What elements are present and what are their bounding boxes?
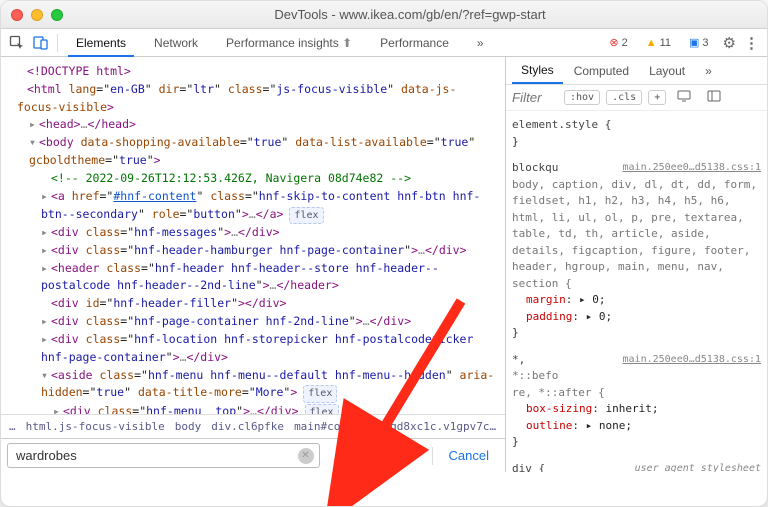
dom-tree[interactable]: <!DOCTYPE html><html lang="en-GB" dir="l… — [1, 57, 505, 414]
new-style-rule[interactable]: + — [648, 90, 666, 105]
dom-node[interactable]: <div id="hnf-header-filler"></div> — [9, 295, 497, 313]
device-toggle-icon[interactable] — [33, 35, 49, 51]
toggle-sidebar-icon[interactable] — [702, 89, 726, 106]
search-input[interactable] — [7, 443, 320, 468]
dom-node[interactable]: <html lang="en-GB" dir="ltr" class="js-f… — [9, 81, 497, 117]
tab-elements[interactable]: Elements — [66, 30, 136, 56]
styles-tabs-overflow[interactable]: » — [696, 59, 721, 83]
errors-badge[interactable]: ⊗2 — [603, 34, 633, 51]
dom-node[interactable]: <!-- 2022-09-26T12:12:53.426Z, Navigera … — [9, 170, 497, 188]
device-classes-icon[interactable] — [672, 89, 696, 106]
window-title: DevTools - www.ikea.com/gb/en/?ref=gwp-s… — [63, 7, 757, 22]
breadcrumb-item[interactable]: …gd8xc1c.v1gpv7c… — [384, 420, 497, 433]
dom-node[interactable]: ▸<div class="hnf-menu__top">…</div>flex — [9, 403, 497, 414]
breadcrumb-item[interactable]: main#content — [294, 420, 373, 433]
dom-node[interactable]: ▸<a href="#hnf-content" class="hnf-skip-… — [9, 188, 497, 224]
cancel-button[interactable]: Cancel — [439, 444, 499, 467]
tab-styles[interactable]: Styles — [512, 58, 563, 84]
dom-node[interactable]: ▸<header class="hnf-header hnf-header--s… — [9, 260, 497, 296]
search-next-icon[interactable]: ˅ — [408, 446, 426, 466]
styles-body[interactable]: element.style {}main.250ee0…d5138.css:1b… — [506, 111, 767, 472]
main-toolbar: Elements Network Performance insights ⬆ … — [1, 29, 767, 57]
breadcrumb-item[interactable]: … — [9, 420, 16, 433]
dom-node[interactable]: ▸<div class="hnf-location hnf-storepicke… — [9, 331, 497, 367]
filter-input[interactable] — [512, 90, 558, 105]
dom-node[interactable]: ▾<body data-shopping-available="true" da… — [9, 134, 497, 170]
dom-node[interactable]: <!DOCTYPE html> — [9, 63, 497, 81]
tab-performance[interactable]: Performance — [370, 30, 459, 56]
tab-network[interactable]: Network — [144, 30, 208, 56]
settings-icon[interactable]: ⚙ — [723, 34, 736, 52]
search-bar: ✕ 0 of 0 ˄ ˅ Cancel — [1, 438, 505, 472]
separator — [57, 34, 58, 52]
tab-computed[interactable]: Computed — [565, 59, 638, 83]
dom-node[interactable]: ▸<head>…</head> — [9, 116, 497, 134]
inspect-element-icon[interactable] — [9, 35, 25, 51]
breadcrumb-item[interactable]: div.cl6pfke — [211, 420, 284, 433]
info-badge[interactable]: ▣3 — [683, 34, 715, 51]
dom-node[interactable]: ▸<div class="hnf-messages">…</div> — [9, 224, 497, 242]
warnings-badge[interactable]: ▲11 — [640, 35, 677, 51]
filter-bar: :hov .cls + — [506, 85, 767, 111]
search-prev-icon[interactable]: ˄ — [384, 446, 402, 466]
dom-node[interactable]: ▾<aside class="hnf-menu hnf-menu--defaul… — [9, 367, 497, 403]
tab-layout[interactable]: Layout — [640, 59, 694, 83]
breadcrumb[interactable]: … html.js-focus-visible body div.cl6pfke mai… — [1, 414, 505, 438]
styles-tabs: Styles Computed Layout » — [506, 57, 767, 85]
traffic-lights — [11, 9, 63, 21]
dom-node[interactable]: ▸<div class="hnf-page-container hnf-2nd-… — [9, 313, 497, 331]
zoom-window-button[interactable] — [51, 9, 63, 21]
search-count: 0 of 0 — [348, 449, 378, 463]
clear-search-icon[interactable]: ✕ — [298, 448, 314, 464]
breadcrumb-item[interactable]: html.js-focus-visible — [26, 420, 165, 433]
close-window-button[interactable] — [11, 9, 23, 21]
tabs-overflow[interactable]: » — [467, 30, 494, 56]
titlebar: DevTools - www.ikea.com/gb/en/?ref=gwp-s… — [1, 1, 767, 29]
status-badges: ⊗2 ▲11 ▣3 — [603, 34, 714, 51]
breadcrumb-item[interactable]: body — [175, 420, 202, 433]
minimize-window-button[interactable] — [31, 9, 43, 21]
more-menu-icon[interactable]: ⋮ — [744, 34, 759, 52]
hov-toggle[interactable]: :hov — [564, 90, 600, 105]
cls-toggle[interactable]: .cls — [606, 90, 642, 105]
dom-node[interactable]: ▸<div class="hnf-header-hamburger hnf-pa… — [9, 242, 497, 260]
tab-perf-insights[interactable]: Performance insights ⬆ — [216, 30, 362, 56]
